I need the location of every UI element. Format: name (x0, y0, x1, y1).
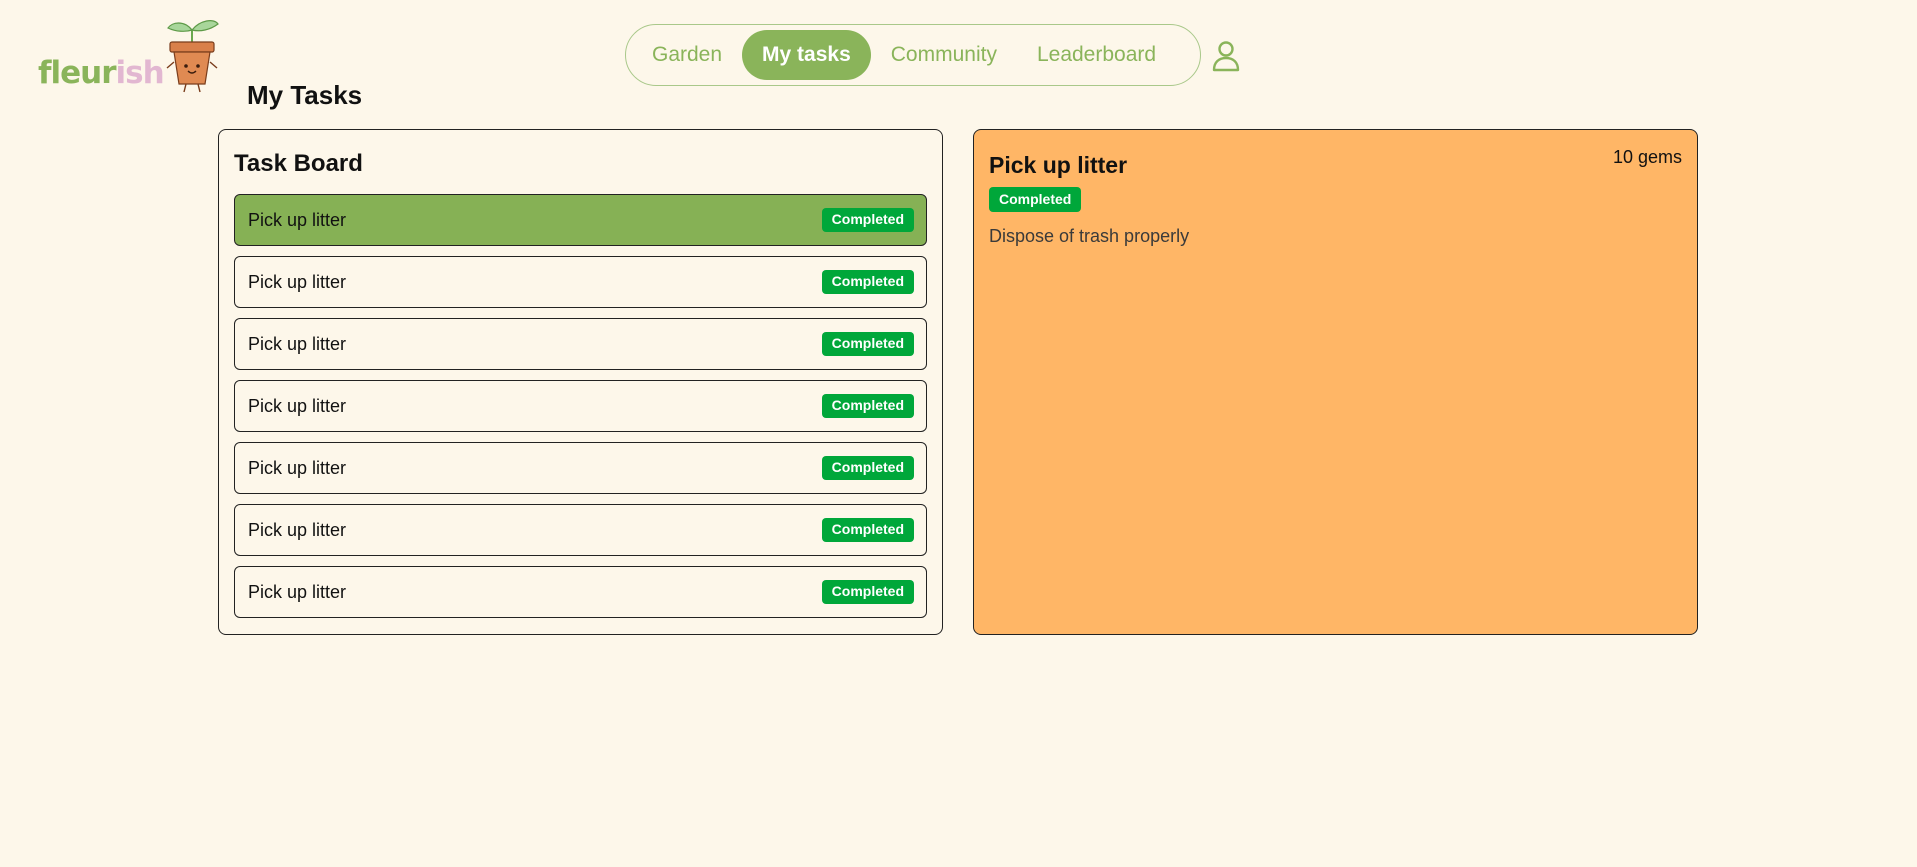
status-badge: Completed (821, 456, 914, 480)
status-badge: Completed (821, 208, 914, 232)
task-name: Pick up litter (248, 581, 347, 602)
task-row[interactable]: Pick up litter Completed (234, 194, 927, 246)
page-title: My Tasks (247, 80, 363, 110)
task-board: Task Board Pick up litter Completed Pick… (218, 129, 943, 635)
logo-text-green: fleur (38, 55, 116, 91)
plant-pot-mascot-icon (166, 20, 219, 93)
nav-item-leaderboard[interactable]: Leaderboard (1017, 30, 1176, 80)
task-list: Pick up litter Completed Pick up litter … (234, 194, 927, 618)
logo[interactable]: fleurish (36, 14, 226, 98)
task-name: Pick up litter (248, 333, 347, 354)
task-row[interactable]: Pick up litter Completed (234, 504, 927, 556)
nav-item-community[interactable]: Community (871, 30, 1017, 80)
status-badge: Completed (821, 518, 914, 542)
task-row[interactable]: Pick up litter Completed (234, 256, 927, 308)
status-badge: Completed (821, 580, 914, 604)
task-name: Pick up litter (248, 271, 347, 292)
status-badge: Completed (821, 332, 914, 356)
status-badge: Completed (821, 270, 914, 294)
task-name: Pick up litter (248, 519, 347, 540)
task-name: Pick up litter (248, 457, 347, 478)
task-row[interactable]: Pick up litter Completed (234, 442, 927, 494)
task-detail-panel: Pick up litter 10 gems Completed Dispose… (973, 129, 1698, 635)
status-badge: Completed (989, 187, 1082, 213)
person-icon[interactable] (1211, 40, 1241, 72)
task-description: Dispose of trash properly (989, 226, 1190, 247)
status-badge: Completed (821, 394, 914, 418)
task-board-title: Task Board (234, 150, 363, 177)
task-row[interactable]: Pick up litter Completed (234, 318, 927, 370)
main-nav: Garden My tasks Community Leaderboard (625, 24, 1201, 86)
task-row[interactable]: Pick up litter Completed (234, 380, 927, 432)
logo-text-pink: ish (115, 55, 165, 91)
nav-item-my-tasks[interactable]: My tasks (742, 30, 871, 80)
logo-wordmark: fleurish (38, 55, 165, 91)
task-reward-gems: 10 gems (1612, 147, 1682, 167)
task-name: Pick up litter (248, 209, 347, 230)
task-name: Pick up litter (248, 395, 347, 416)
task-row[interactable]: Pick up litter Completed (234, 566, 927, 618)
nav-item-garden[interactable]: Garden (632, 30, 742, 80)
task-detail-title: Pick up litter (989, 152, 1128, 178)
